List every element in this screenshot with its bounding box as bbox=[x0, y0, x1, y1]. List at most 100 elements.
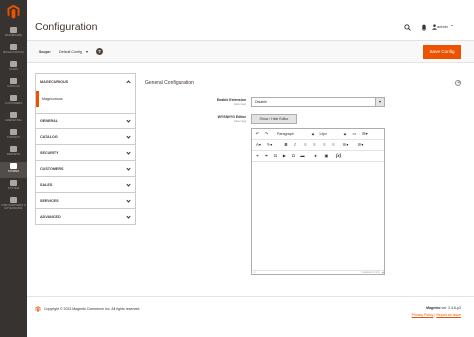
sidebar-item-label: MAGECURIOUS bbox=[3, 51, 24, 54]
sidebar-item-label: DASHBOARD bbox=[4, 34, 23, 37]
sidebar-item-catalog[interactable]: CATALOG bbox=[0, 77, 27, 93]
format-value: Paragraph bbox=[277, 132, 294, 136]
element-path[interactable]: P bbox=[254, 272, 255, 274]
scope-help-icon[interactable]: ? bbox=[96, 48, 103, 55]
font-size-value: 14px bbox=[319, 132, 327, 136]
redo-icon[interactable]: ↷ bbox=[263, 130, 270, 138]
variable-icon[interactable]: {x} bbox=[334, 152, 343, 160]
privacy-policy-link[interactable]: Privacy Policy bbox=[412, 313, 434, 317]
person-icon bbox=[10, 95, 17, 101]
show-hide-editor-button[interactable]: Show / Hide Editor bbox=[251, 114, 297, 124]
tab-group-label: ADVANCED bbox=[40, 215, 61, 219]
select-arrow-icon bbox=[375, 98, 384, 106]
editor-toolbar-row-2: A▾ ✎▾ B I ≡ ≡ ≡ ≡ ☰▾ ☰▾ bbox=[252, 140, 384, 151]
tab-group-label: GENERAL bbox=[40, 119, 59, 123]
user-menu-caret-icon[interactable] bbox=[451, 25, 453, 26]
notifications-bell-icon[interactable] bbox=[421, 24, 427, 31]
enable-extension-label: Enable Extension bbox=[216, 98, 246, 102]
copyright-text: Copyright © 2023 Magento Commerce Inc. A… bbox=[44, 307, 141, 311]
tab-group-sales[interactable]: SALES bbox=[36, 178, 135, 193]
magento-logo-icon[interactable] bbox=[6, 4, 21, 19]
special-character-icon[interactable]: Ω bbox=[290, 152, 297, 160]
text-color-icon[interactable]: A▾ bbox=[254, 141, 263, 149]
section-title[interactable]: General Configuration bbox=[145, 80, 194, 86]
editor-statusbar: P POWERED BY TINY ◢ bbox=[252, 270, 384, 274]
report-issue-link[interactable]: Report an Issue bbox=[436, 313, 461, 317]
sidebar-item-dashboard[interactable]: DASHBOARD bbox=[0, 26, 27, 42]
sidebar-item-system[interactable]: SYSTEM bbox=[0, 179, 27, 195]
tab-group-advanced[interactable]: ADVANCED bbox=[36, 210, 135, 225]
megaphone-icon bbox=[10, 112, 17, 118]
dashboard-icon bbox=[10, 27, 17, 33]
sidebar-item-reports[interactable]: REPORTS bbox=[0, 145, 27, 161]
link-icon[interactable]: ⚭ bbox=[254, 152, 261, 160]
italic-icon[interactable]: I bbox=[292, 141, 298, 149]
admin-user-menu[interactable]: admin bbox=[437, 24, 448, 29]
enable-extension-select[interactable]: Disable bbox=[251, 97, 385, 107]
undo-icon[interactable]: ↶ bbox=[254, 130, 261, 138]
tab-group-catalog[interactable]: CATALOG bbox=[36, 130, 135, 145]
sidebar-item-label: REPORTS bbox=[6, 153, 21, 156]
insert-variable-icon[interactable]: ▣ bbox=[322, 152, 331, 160]
bold-icon[interactable]: B bbox=[283, 141, 289, 149]
tab-group-magecurious[interactable]: MAGECURIOUS bbox=[36, 74, 135, 91]
tab-group-label: CATALOG bbox=[40, 135, 58, 139]
footer-links: Privacy Policy | Report an Issue bbox=[411, 313, 461, 317]
numbered-list-icon[interactable]: ☰▾ bbox=[355, 141, 366, 149]
sidebar-item-stores[interactable]: STORES bbox=[0, 162, 27, 178]
tab-group-security[interactable]: SECURITY bbox=[36, 146, 135, 161]
format-select[interactable]: Paragraph bbox=[277, 130, 315, 138]
config-tabs: MAGECURIOUS Magecurious GENERAL CATALOG … bbox=[35, 73, 136, 225]
align-justify-icon[interactable]: ≡ bbox=[330, 141, 337, 149]
page-title: Configuration bbox=[35, 21, 98, 33]
align-center-icon[interactable]: ≡ bbox=[311, 141, 318, 149]
sidebar-item-label: STORES bbox=[7, 170, 20, 173]
tab-group-label: SECURITY bbox=[40, 151, 59, 155]
powered-by-tiny[interactable]: POWERED BY TINY bbox=[361, 272, 380, 274]
editor-toolbar-row-3: ⚭ ⚮ ⚀ ▶ Ω ▬ ● ▣ {x} bbox=[252, 151, 384, 162]
scope-label: Scope: bbox=[39, 50, 51, 54]
sidebar-item-marketing[interactable]: MARKETING bbox=[0, 111, 27, 127]
align-right-icon[interactable]: ≡ bbox=[321, 141, 328, 149]
chevron-down-icon bbox=[126, 134, 131, 139]
tab-item-magecurious[interactable]: Magecurious bbox=[36, 91, 135, 107]
scope-switcher[interactable]: Default Config bbox=[59, 50, 82, 54]
sidebar-item-customers[interactable]: CUSTOMERS bbox=[0, 94, 27, 110]
bullet-list-icon[interactable]: ☰▾ bbox=[340, 141, 351, 149]
collapse-section-icon[interactable] bbox=[455, 80, 461, 86]
magento-footer-logo-icon bbox=[35, 306, 41, 312]
chevron-down-icon bbox=[343, 132, 347, 136]
tab-group-label: CUSTOMERS bbox=[40, 167, 64, 171]
tab-group-general[interactable]: GENERAL bbox=[36, 114, 135, 129]
image-icon[interactable]: ▭ bbox=[351, 130, 358, 138]
store-icon bbox=[10, 163, 17, 169]
puzzle-icon bbox=[10, 197, 17, 203]
sidebar-item-label: FIND PARTNERS & EXTENSIONS bbox=[1, 204, 26, 210]
chevron-down-icon bbox=[126, 214, 131, 219]
insert-image-icon[interactable]: ● bbox=[311, 152, 320, 160]
save-config-button[interactable]: Save Config bbox=[423, 45, 461, 59]
scope-caret-icon[interactable] bbox=[86, 51, 88, 53]
search-icon[interactable] bbox=[404, 24, 411, 31]
sidebar-item-find-partners-extensions[interactable]: FIND PARTNERS & EXTENSIONS bbox=[0, 196, 27, 212]
insert-widget-icon[interactable]: ⚀ bbox=[272, 152, 279, 160]
sidebar-item-sales[interactable]: SALES bbox=[0, 60, 27, 76]
media-icon[interactable]: ▶ bbox=[281, 152, 288, 160]
resize-handle-icon[interactable]: ◢ bbox=[382, 271, 384, 274]
scope-toolbar bbox=[27, 40, 474, 63]
align-left-icon[interactable]: ≡ bbox=[302, 141, 309, 149]
sidebar-item-magecurious[interactable]: MAGECURIOUS bbox=[0, 43, 27, 59]
table-icon[interactable]: ⊞▾ bbox=[360, 130, 370, 138]
tab-group-label: SERVICES bbox=[40, 199, 59, 203]
font-size-select[interactable]: 14px bbox=[319, 130, 347, 138]
sidebar-item-label: MARKETING bbox=[5, 119, 22, 122]
unlink-icon[interactable]: ⚮ bbox=[263, 152, 270, 160]
tab-group-customers[interactable]: CUSTOMERS bbox=[36, 162, 135, 177]
editor-content-area[interactable] bbox=[252, 163, 384, 270]
highlight-icon[interactable]: ✎▾ bbox=[265, 141, 274, 149]
sidebar-item-content[interactable]: CONTENT bbox=[0, 128, 27, 144]
tab-group-services[interactable]: SERVICES bbox=[36, 194, 135, 209]
chevron-down-icon bbox=[126, 166, 131, 171]
sidebar-item-label: CONTENT bbox=[6, 136, 21, 139]
editor-toolbar-row-1: ↶ ↷ Paragraph 14px ▭ ⊞▾ bbox=[252, 129, 384, 140]
